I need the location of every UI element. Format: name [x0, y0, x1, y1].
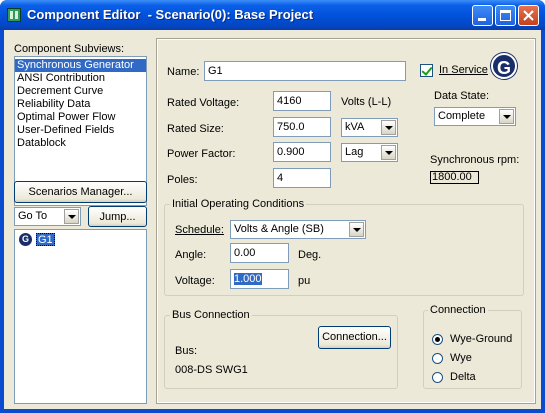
angle-unit-label: Deg. — [298, 249, 322, 261]
rated-size-label: Rated Size: — [167, 123, 224, 135]
rated-voltage-label: Rated Voltage: — [167, 97, 240, 109]
voltage-pu-label: pu — [298, 275, 311, 287]
schedule-value: Volts & Angle (SB) — [234, 223, 324, 235]
editor-panel: Name: G1 In Service G Rated Voltage: 416… — [156, 38, 536, 404]
size-unit-value: kVA — [345, 121, 365, 133]
subview-item[interactable]: Datablock — [15, 137, 146, 150]
name-label: Name: — [167, 66, 200, 78]
angle-label: Angle: — [175, 249, 207, 261]
connection-button[interactable]: Connection... — [318, 326, 391, 349]
poles-label: Poles: — [167, 174, 198, 186]
poles-field[interactable]: 4 — [273, 168, 331, 188]
minimize-icon — [478, 18, 486, 21]
connection-radio[interactable] — [432, 372, 443, 383]
angle-field[interactable]: 0.00 — [230, 243, 289, 263]
sync-rpm-label: Synchronous rpm: — [430, 154, 520, 166]
chevron-down-icon[interactable] — [381, 145, 396, 160]
connection-option-label: Delta — [450, 371, 476, 383]
chevron-down-icon[interactable] — [64, 209, 79, 224]
connection-option-label: Wye-Ground — [450, 333, 513, 345]
sync-rpm-value: 1800.00 — [430, 171, 479, 184]
voltage-unit-label: Volts (L-L) — [341, 96, 392, 108]
goto-value: Go To — [18, 210, 48, 222]
size-unit-select[interactable]: kVA — [341, 118, 398, 137]
close-button[interactable] — [518, 5, 539, 26]
bus-label: Bus: — [175, 345, 198, 357]
subview-item[interactable]: User-Defined Fields — [15, 124, 146, 137]
data-state-label: Data State: — [434, 90, 490, 102]
power-factor-field[interactable]: 0.900 — [273, 142, 331, 162]
connection-label: Connection — [428, 304, 488, 316]
app-icon — [7, 8, 21, 22]
pf-mode-value: Lag — [345, 146, 364, 158]
chevron-down-icon[interactable] — [499, 109, 514, 124]
subviews-label: Component Subviews: — [14, 43, 125, 55]
bus-value: 008-DS SWG1 — [175, 364, 248, 376]
pf-mode-select[interactable]: Lag — [341, 143, 398, 162]
subview-item[interactable]: ANSI Contribution — [15, 72, 146, 85]
generator-badge-icon: G — [491, 53, 517, 79]
component-tree[interactable]: G G1 — [14, 229, 147, 404]
voltage-value: 1.000 — [234, 273, 262, 285]
power-factor-label: Power Factor: — [167, 148, 236, 160]
maximize-button[interactable] — [495, 5, 516, 26]
connection-radio[interactable] — [432, 334, 443, 345]
subview-item[interactable]: Decrement Curve — [15, 85, 146, 98]
generator-icon: G — [19, 233, 32, 246]
rated-voltage-field[interactable]: 4160 — [273, 91, 331, 111]
jump-button[interactable]: Jump... — [88, 206, 147, 227]
client-area: Component Subviews: Synchronous Generato… — [4, 30, 541, 409]
subview-item[interactable]: Synchronous Generator — [15, 59, 146, 72]
maximize-icon — [500, 10, 511, 21]
tree-item-g1[interactable]: G1 — [36, 233, 55, 246]
schedule-select[interactable]: Volts & Angle (SB) — [230, 220, 366, 239]
name-field[interactable]: G1 — [204, 61, 406, 81]
connection-option-label: Wye — [450, 352, 472, 364]
in-service-checkbox[interactable] — [420, 64, 433, 77]
title-bar[interactable]: Component Editor - Scenario(0): Base Pro… — [0, 0, 545, 30]
in-service-label: In Service — [439, 64, 488, 76]
schedule-label: Schedule: — [175, 224, 224, 236]
data-state-select[interactable]: Complete — [434, 107, 516, 126]
component-editor-window: Component Editor - Scenario(0): Base Pro… — [0, 0, 545, 413]
chevron-down-icon[interactable] — [349, 222, 364, 237]
minimize-button[interactable] — [472, 5, 493, 26]
initial-conditions-label: Initial Operating Conditions — [170, 198, 307, 210]
window-title: Component Editor - Scenario(0): Base Pro… — [27, 7, 314, 22]
voltage-label: Voltage: — [175, 275, 215, 287]
subview-item[interactable]: Reliability Data — [15, 98, 146, 111]
initial-conditions-group — [164, 204, 524, 296]
subview-item[interactable]: Optimal Power Flow — [15, 111, 146, 124]
rated-size-field[interactable]: 750.0 — [273, 117, 331, 137]
scenarios-manager-button[interactable]: Scenarios Manager... — [14, 181, 147, 203]
goto-select[interactable]: Go To — [14, 207, 81, 226]
connection-radio[interactable] — [432, 353, 443, 364]
chevron-down-icon[interactable] — [381, 120, 396, 135]
bus-connection-label: Bus Connection — [170, 309, 252, 321]
voltage-field[interactable]: 1.000 — [230, 269, 289, 289]
data-state-value: Complete — [438, 110, 486, 122]
close-icon — [523, 10, 534, 21]
